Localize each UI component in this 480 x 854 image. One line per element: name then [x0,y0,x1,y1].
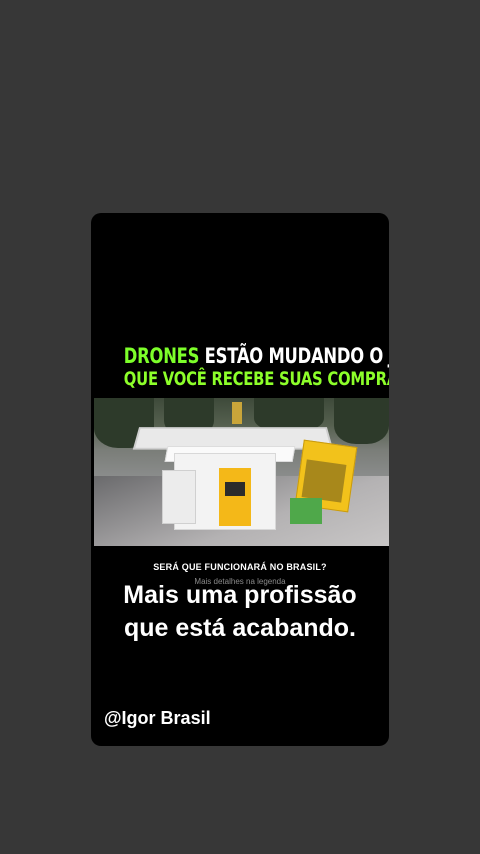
caption: Mais uma profissão que está acabando. [91,579,389,645]
drone-station-photo[interactable] [94,398,389,546]
caption-line-2: que está acabando. [123,614,357,642]
question-text: SERÁ QUE FUNCIONARÁ NO BRASIL? [153,562,327,572]
story-card: DRONES ESTÃO MUDANDO O JEITO QUE VOCÊ RE… [91,213,389,746]
headline-rest: ESTÃO MUDANDO O JEITO [204,344,389,368]
caption-line-1: Mais uma profissão [123,581,357,609]
headline-line-1: DRONES ESTÃO MUDANDO O JEITO [123,344,389,368]
headline-highlight: DRONES [123,344,200,368]
headline: DRONES ESTÃO MUDANDO O JEITO QUE VOCÊ RE… [123,344,389,391]
author-handle[interactable]: @Igor Brasil [104,708,211,729]
headline-line-2: QUE VOCÊ RECEBE SUAS COMPRAS! [123,368,389,390]
